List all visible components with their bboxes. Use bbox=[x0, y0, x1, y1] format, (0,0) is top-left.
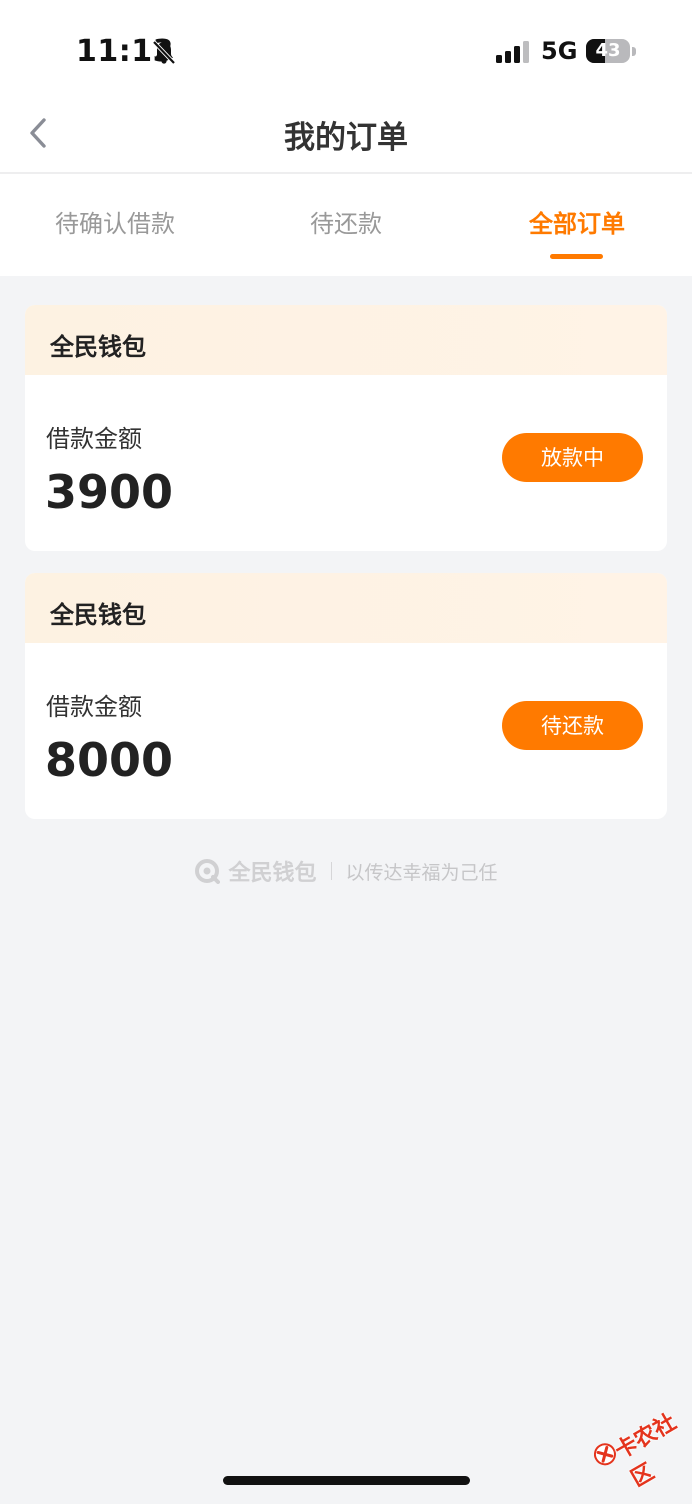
footer-brand: 全民钱包 以传达幸福为己任 bbox=[0, 855, 692, 889]
status-button-repay[interactable]: 待还款 bbox=[502, 701, 643, 750]
watermark-text: 卡农社区 bbox=[610, 1409, 681, 1493]
footer-slogan: 以传达幸福为己任 bbox=[345, 861, 498, 884]
status-bar: 11:13 5G 43 bbox=[0, 0, 692, 100]
brand-logo-icon bbox=[195, 859, 221, 884]
footer-divider bbox=[330, 862, 332, 880]
tab-pending-repay[interactable]: 待还款 bbox=[231, 204, 461, 239]
battery-icon: 43 bbox=[586, 39, 630, 63]
order-tabs: 待确认借款 待还款 全部订单 bbox=[0, 174, 692, 276]
lender-name: 全民钱包 bbox=[50, 333, 146, 361]
bell-muted-icon bbox=[152, 40, 176, 65]
nav-bar: 我的订单 bbox=[0, 100, 692, 174]
page-title: 我的订单 bbox=[284, 120, 408, 156]
tab-pending-confirm[interactable]: 待确认借款 bbox=[0, 204, 230, 239]
home-indicator[interactable] bbox=[223, 1476, 470, 1485]
status-button-disbursing[interactable]: 放款中 bbox=[502, 433, 643, 482]
network-type: 5G bbox=[541, 37, 578, 65]
order-card-header: 全民钱包 bbox=[25, 573, 667, 643]
amount-label: 借款金额 bbox=[46, 693, 142, 721]
amount-label: 借款金额 bbox=[46, 425, 142, 453]
order-card[interactable]: 全民钱包 借款金额 3900 放款中 bbox=[25, 305, 667, 551]
cellular-signal-icon bbox=[496, 41, 529, 63]
battery-tip bbox=[632, 47, 636, 56]
lender-name: 全民钱包 bbox=[50, 601, 146, 629]
watermark: 卡农社区 bbox=[581, 1387, 692, 1496]
footer-brand-name: 全民钱包 bbox=[228, 861, 317, 886]
tab-all-orders[interactable]: 全部订单 bbox=[462, 204, 692, 239]
order-card[interactable]: 全民钱包 借款金额 8000 待还款 bbox=[25, 573, 667, 819]
battery-level: 43 bbox=[595, 40, 621, 61]
amount-value: 3900 bbox=[45, 465, 174, 519]
order-card-header: 全民钱包 bbox=[25, 305, 667, 375]
amount-value: 8000 bbox=[45, 733, 174, 787]
active-tab-indicator bbox=[550, 254, 603, 259]
